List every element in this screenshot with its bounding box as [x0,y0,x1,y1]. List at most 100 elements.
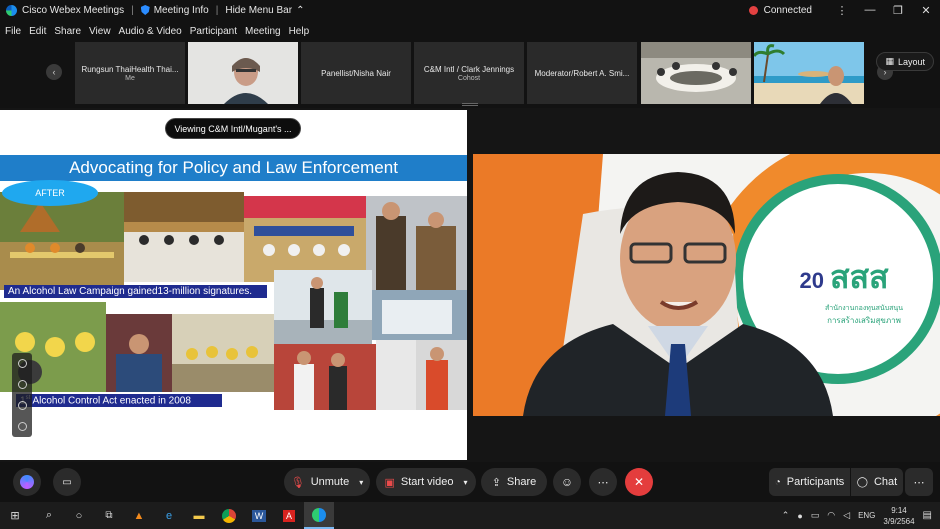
start-button[interactable]: ⊞ [0,502,30,529]
taskbar-word[interactable]: W [244,502,274,529]
meeting-info-button[interactable]: Meeting Info [154,5,209,16]
taskbar-webex[interactable] [304,502,334,529]
slide-photo [172,314,274,392]
participant-video-tile[interactable] [754,42,864,104]
slide-photo [366,196,467,290]
filmstrip-prev-button[interactable]: ‹ [46,64,62,80]
people-icon[interactable]: ● [797,511,802,521]
more-options-button[interactable]: ⋯ [589,468,617,496]
more-icon: ⋯ [913,476,925,489]
speaker-background-logo: 20 สสส สำนักงานกองทุนสนับสนุน การสร้างเส… [759,252,929,327]
participant-video-tile[interactable] [188,42,298,104]
system-tray: ⌃ ● ▭ ◠ ◁ ENG 9:14 3/9/2564 ▤ [782,502,940,529]
share-button[interactable]: ⇪ Share [481,468,547,496]
smiley-icon: ☺ [560,475,574,489]
task-view-button[interactable]: ⧉ [94,502,124,529]
menu-participant[interactable]: Participant [190,26,237,37]
pen-tool-icon[interactable] [17,380,27,389]
shared-content[interactable]: Advocating for Policy and Law Enforcemen… [0,110,467,460]
chevron-down-icon[interactable]: ▾ [359,478,363,487]
closed-captions-button[interactable]: ▭ [53,468,81,496]
taskbar-chrome[interactable] [214,502,244,529]
participant-tile[interactable]: Moderator/Robert A. Smi... [527,42,637,104]
task-view-icon: ⧉ [105,510,113,521]
logo-subtitle-1: สำนักงานกองทุนสนับสนุน [825,305,903,312]
meeting-stage: Advocating for Policy and Law Enforcemen… [0,103,940,462]
cortana-button[interactable]: ○ [64,502,94,529]
unmute-button[interactable]: 🎙︎ Unmute ▾ [284,468,370,496]
menu-meeting[interactable]: Meeting [245,26,281,37]
camera-off-icon: ▣ [384,476,395,489]
assistant-icon [20,475,34,489]
windows-icon: ⊞ [10,510,20,522]
participant-video-tile[interactable] [641,42,751,104]
slide-photo [274,344,376,410]
more-icon: ⋯ [597,476,609,489]
acrobat-icon: A [282,509,295,522]
participant-role: Cohost [457,74,481,82]
zoom-in-icon[interactable] [17,401,27,410]
stage-divider-handle[interactable] [462,103,478,106]
layout-button[interactable]: ▦ Layout [876,52,934,71]
chevron-up-icon[interactable]: ⌃ [782,510,790,521]
menu-share[interactable]: Share [54,26,81,37]
start-video-button[interactable]: ▣ Start video ▾ [376,468,476,496]
participant-video [188,42,298,104]
slide-photo [376,340,467,410]
menu-edit[interactable]: Edit [29,26,46,37]
slide-photo [106,314,172,392]
participant-video [754,42,864,104]
participant-tile[interactable]: Rungsun ThaiHealth Thai... Me [75,42,185,104]
taskbar-acrobat[interactable]: A [274,502,304,529]
more-panels-button[interactable]: ⋯ [905,468,933,496]
zoom-out-icon[interactable] [17,422,27,431]
chevron-down-icon[interactable]: ▾ [463,478,467,487]
battery-icon[interactable]: ▭ [811,510,820,521]
participant-tile[interactable]: Panellist/Nisha Nair [301,42,411,104]
language-indicator[interactable]: ENG [858,511,875,520]
hide-menu-bar-button[interactable]: Hide Menu Bar [225,5,292,16]
participant-name: Moderator/Robert A. Smi... [534,68,630,78]
menu-bar: File Edit Share View Audio & Video Parti… [0,22,940,40]
menu-view[interactable]: View [89,26,111,37]
viewing-indicator[interactable]: Viewing C&M Intl/Mugant's ... [165,118,301,139]
participant-name: C&M Intl / Clark Jennings [423,64,515,74]
restore-button[interactable]: ❐ [888,4,908,17]
reactions-button[interactable]: ☺ [553,468,581,496]
leave-meeting-button[interactable]: ✕ [625,468,653,496]
participant-tile[interactable]: C&M Intl / Clark Jennings Cohost [414,42,524,104]
clock[interactable]: 9:14 3/9/2564 [883,505,914,527]
close-icon: ✕ [633,475,645,489]
person-icon: ◔ [774,476,781,488]
participant-name: Rungsun ThaiHealth Thai... [81,64,179,74]
after-badge: AFTER [2,180,98,206]
menu-file[interactable]: File [5,26,21,37]
taskbar-vlc[interactable]: ▲ [124,502,154,529]
more-icon[interactable]: ⋮ [832,4,852,17]
meeting-controls: ▭ 🎙︎ Unmute ▾ ▣ Start video ▾ ⇪ Share ☺ … [0,462,940,502]
slide-caption-1: An Alcohol Law Campaign gained13-million… [4,285,267,298]
webex-assistant-button[interactable] [13,468,41,496]
participant-role: Me [125,74,135,82]
chevron-up-icon[interactable]: ⌃ [296,5,304,16]
menu-help[interactable]: Help [289,26,310,37]
pointer-tool-icon[interactable] [17,359,27,368]
participants-button[interactable]: ◔ Participants [769,468,850,496]
volume-icon[interactable]: ◁ [843,510,850,521]
menu-audio-video[interactable]: Audio & Video [119,26,182,37]
taskbar-edge[interactable]: e [154,502,184,529]
wifi-icon[interactable]: ◠ [827,510,835,521]
active-speaker-video[interactable]: 20 สสส สำนักงานกองทุนสนับสนุน การสร้างเส… [473,154,940,416]
slide-photo [0,192,124,290]
close-button[interactable]: ✕ [916,4,936,17]
app-title: Cisco Webex Meetings [22,4,125,16]
annotation-toolbar [12,353,32,437]
vlc-icon: ▲ [133,509,145,522]
participant-video [641,42,751,104]
chat-button[interactable]: ◯ Chat [851,468,903,496]
taskbar-file-explorer[interactable]: ▬ [184,502,214,529]
notifications-icon[interactable]: ▤ [923,510,932,521]
search-button[interactable]: ⌕ [34,502,64,529]
slide-title: Advocating for Policy and Law Enforcemen… [0,155,467,181]
minimize-button[interactable]: — [860,4,880,16]
